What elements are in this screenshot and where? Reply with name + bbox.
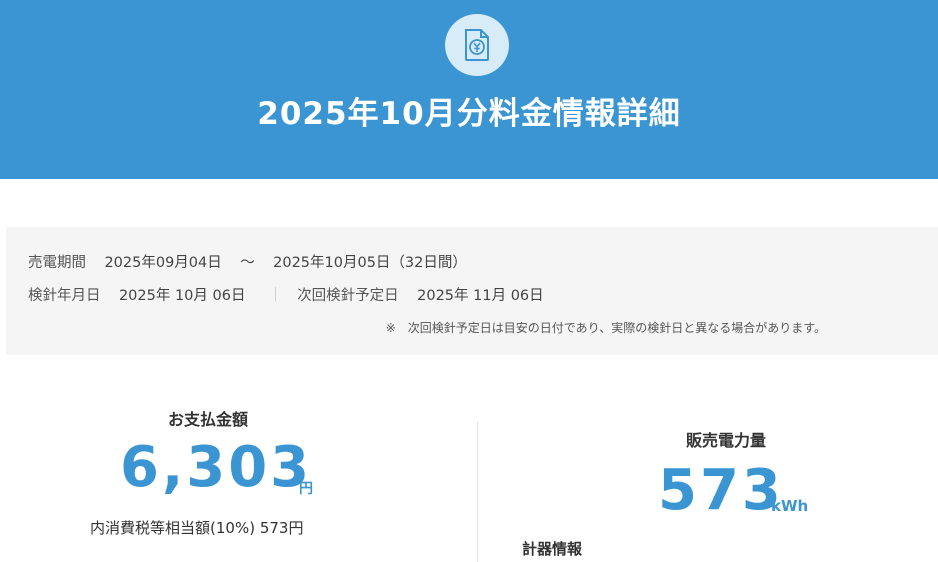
meter-reading-date: 2025年 10月 06日 bbox=[118, 288, 246, 304]
payment-amount-value: 6,303 bbox=[120, 435, 313, 500]
page-title: 2025年10月分料金情報詳細 bbox=[257, 96, 681, 132]
sold-power-label: 販売電力量 bbox=[686, 431, 767, 450]
row-separator: ｜ bbox=[268, 288, 283, 304]
sales-period-label: 売電期間 bbox=[28, 255, 86, 271]
reading-date-note: ※ 次回検針予定日は目安の日付であり、実際の検針日と異なる場合があります。 bbox=[385, 321, 826, 335]
billing-info-panel: 売電期間 2025年09月04日 ～ 2025年10月05日（32日間） 検針年… bbox=[6, 227, 938, 355]
meter-info-heading: 計器情報 bbox=[522, 540, 583, 558]
meter-reading-row: 検針年月日 2025年 10月 06日 ｜ 次回検針予定日 2025年 11月 … bbox=[28, 284, 544, 305]
sales-period-start: 2025年09月04日 bbox=[104, 255, 222, 271]
sold-power-value: 573 bbox=[658, 458, 784, 523]
next-reading-label: 次回検針予定日 bbox=[297, 288, 399, 304]
period-tilde: ～ bbox=[240, 255, 255, 271]
sales-period-row: 売電期間 2025年09月04日 ～ 2025年10月05日（32日間） bbox=[28, 251, 467, 272]
yen-document-icon bbox=[445, 14, 509, 76]
section-divider bbox=[477, 422, 478, 562]
page-header: 2025年10月分料金情報詳細 bbox=[0, 0, 938, 179]
sales-period-end: 2025年10月05日（32日間） bbox=[273, 255, 467, 271]
next-reading-date: 2025年 11月 06日 bbox=[417, 288, 544, 304]
sold-power-unit: kWh bbox=[771, 497, 809, 515]
tax-amount-line: 内消費税等相当額(10%) 573円 bbox=[90, 519, 304, 537]
payment-amount-unit: 円 bbox=[299, 481, 313, 497]
meter-reading-label: 検針年月日 bbox=[28, 288, 101, 304]
payment-amount-label: お支払金額 bbox=[168, 410, 249, 429]
